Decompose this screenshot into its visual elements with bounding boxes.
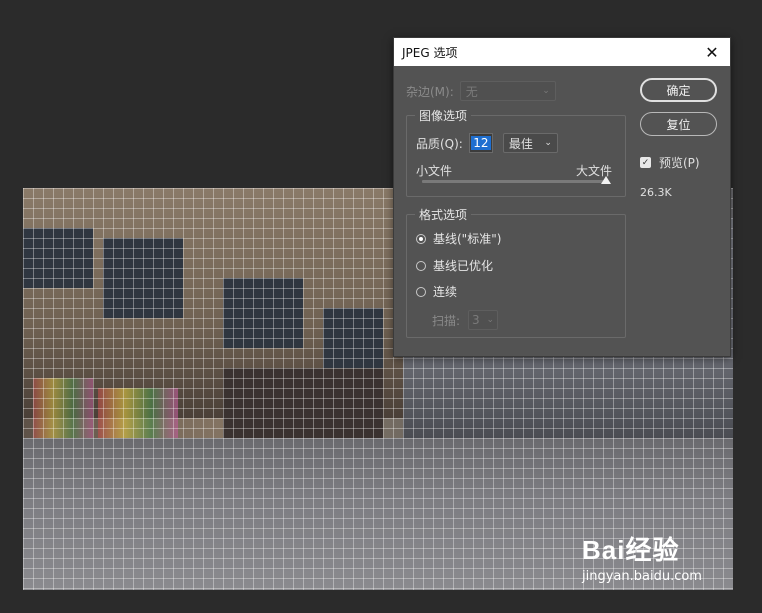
dialog-title: JPEG 选项	[402, 45, 458, 60]
quality-row: 品质(Q): 12 最佳 ⌄	[416, 133, 558, 153]
format-option-baseline-optimized[interactable]: 基线已优化	[416, 257, 493, 274]
quality-preset-value: 最佳	[508, 136, 533, 151]
dialog-titlebar: JPEG 选项 ✕	[394, 38, 730, 66]
radio-selected-icon[interactable]	[416, 233, 426, 244]
matte-row: 杂边(M): 无 ⌄	[406, 81, 556, 101]
watermark-url: jingyan.baidu.com	[582, 569, 702, 584]
chevron-down-icon: ⌄	[542, 86, 550, 96]
format-option-label: 基线已优化	[433, 259, 494, 273]
scans-row: 扫描: 3 ⌄	[432, 310, 499, 330]
preview-toggle[interactable]: ✓ 预览(P)	[640, 154, 700, 171]
jpeg-options-dialog: JPEG 选项 ✕ 杂边(M): 无 ⌄ 图像选项 品质(Q): 12 最佳 ⌄…	[393, 37, 731, 357]
format-option-label: 基线("标准")	[433, 232, 502, 246]
reset-button-label: 复位	[666, 117, 691, 132]
quality-slider-track[interactable]	[422, 180, 608, 183]
quality-value: 12	[471, 136, 491, 150]
ok-button-label: 确定	[666, 83, 691, 98]
preview-label: 预览(P)	[659, 156, 700, 170]
watermark-brand: Bai经验	[582, 535, 680, 565]
format-option-baseline-standard[interactable]: 基线("标准")	[416, 230, 501, 247]
matte-value: 无	[465, 84, 478, 99]
format-options-legend: 格式选项	[419, 208, 468, 222]
quality-label: 品质(Q):	[416, 136, 463, 151]
checkmark-icon[interactable]: ✓	[640, 157, 651, 168]
format-option-progressive[interactable]: 连续	[416, 283, 457, 300]
close-icon[interactable]: ✕	[702, 42, 722, 62]
image-options-legend: 图像选项	[419, 109, 468, 123]
quality-preset-select[interactable]: 最佳 ⌄	[502, 133, 558, 153]
ok-button[interactable]: 确定	[640, 78, 717, 102]
chevron-down-icon: ⌄	[486, 315, 495, 325]
quality-input[interactable]: 12	[468, 133, 493, 153]
reset-button[interactable]: 复位	[640, 112, 717, 136]
scans-select[interactable]: 3 ⌄	[468, 310, 499, 330]
radio-icon[interactable]	[416, 260, 426, 271]
radio-icon[interactable]	[416, 286, 426, 297]
file-size: 26.3K	[640, 186, 672, 199]
scans-label: 扫描:	[432, 313, 461, 328]
small-file-label: 小文件	[416, 164, 453, 178]
quality-slider-thumb[interactable]	[601, 176, 611, 184]
matte-select[interactable]: 无 ⌄	[459, 81, 556, 101]
scans-value: 3	[472, 313, 480, 327]
baidu-jingyan-watermark: Bai经验 jingyan.baidu.com	[582, 530, 702, 584]
chevron-down-icon: ⌄	[544, 138, 552, 148]
matte-label: 杂边(M):	[406, 84, 454, 99]
format-option-label: 连续	[433, 285, 458, 299]
